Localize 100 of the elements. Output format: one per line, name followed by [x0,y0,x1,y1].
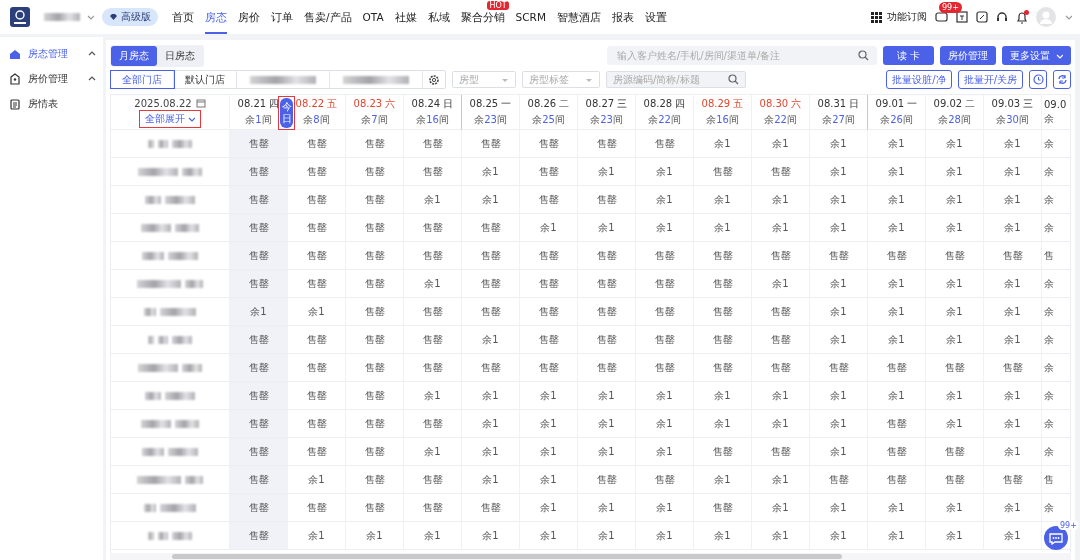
table-cell[interactable]: 余1 [925,158,983,186]
table-cell[interactable]: 售罄 [345,130,403,158]
table-cell[interactable]: 余1 [693,466,751,494]
table-cell[interactable]: 余1 [867,270,925,298]
table-cell[interactable]: 售罄 [635,466,693,494]
table-cell[interactable]: 余1 [925,326,983,354]
table-cell[interactable]: 余1 [635,438,693,466]
table-cell[interactable]: 售罄 [229,214,287,242]
invoice-icon[interactable] [956,11,968,23]
table-cell[interactable]: 售罄 [229,242,287,270]
table-cell[interactable]: 余1 [983,522,1041,550]
table-cell[interactable]: 售罄 [229,466,287,494]
table-cell[interactable]: 余1 [751,466,809,494]
table-cell[interactable]: 余1 [461,186,519,214]
table-cell[interactable]: 售罄 [461,298,519,326]
table-cell[interactable]: 余1 [751,130,809,158]
table-cell[interactable]: 余1 [461,158,519,186]
table-cell[interactable]: 余1 [287,298,345,326]
table-cell[interactable]: 售罄 [229,410,287,438]
table-cell[interactable]: 售罄 [925,354,983,382]
table-cell[interactable]: 售罄 [635,354,693,382]
table-cell[interactable]: 售罄 [983,466,1041,494]
nav-tab[interactable]: 社媒 [394,11,417,34]
table-cell[interactable]: 余1 [577,214,635,242]
view-tab[interactable]: 月房态 [111,45,157,66]
table-cell[interactable]: 售罄 [287,158,345,186]
table-cell[interactable]: 余1 [809,186,867,214]
table-cell[interactable]: 售罄 [403,466,461,494]
table-cell[interactable]: 售罄 [461,494,519,522]
table-cell[interactable]: 余1 [751,214,809,242]
table-cell[interactable]: 余1 [577,158,635,186]
edit-icon[interactable] [976,11,988,23]
table-cell[interactable]: 余1 [461,466,519,494]
table-cell[interactable]: 余1 [751,382,809,410]
table-cell[interactable]: 余1 [693,522,751,550]
table-cell[interactable]: 售罄 [403,242,461,270]
table-cell[interactable]: 余1 [925,186,983,214]
table-cell[interactable]: 售罄 [577,354,635,382]
table-cell[interactable]: 售罄 [287,242,345,270]
table-cell[interactable]: 余1 [519,410,577,438]
table-cell[interactable]: 余1 [983,410,1041,438]
headset-icon[interactable] [996,11,1008,23]
table-cell[interactable]: 售罄 [519,130,577,158]
table-cell[interactable]: 售罄 [287,270,345,298]
table-cell[interactable]: 售罄 [577,130,635,158]
table-cell[interactable]: 售罄 [577,242,635,270]
table-cell[interactable]: 余1 [983,186,1041,214]
table-cell[interactable]: 售罄 [577,298,635,326]
table-cell[interactable]: 售罄 [345,382,403,410]
table-cell[interactable]: 售罄 [635,326,693,354]
table-cell[interactable]: 售罄 [229,158,287,186]
table-cell[interactable]: 售罄 [577,186,635,214]
primary-button[interactable]: 房价管理 [940,46,996,65]
table-cell[interactable]: 售罄 [229,354,287,382]
table-cell[interactable]: 余 [1041,326,1070,354]
table-cell[interactable]: 余1 [577,382,635,410]
outline-button[interactable]: 批量设脏/净 [886,70,952,89]
table-cell[interactable]: 售罄 [345,158,403,186]
table-cell[interactable]: 售罄 [229,270,287,298]
nav-tab[interactable]: 私域 [427,11,450,34]
table-cell[interactable]: 售罄 [693,298,751,326]
table-cell[interactable]: 售罄 [229,522,287,550]
icon-button[interactable] [1053,70,1071,89]
table-cell[interactable]: 余1 [577,494,635,522]
table-cell[interactable]: 余1 [461,438,519,466]
table-cell[interactable]: 售罄 [693,438,751,466]
table-cell[interactable]: 余1 [751,410,809,438]
sidebar-item[interactable]: 房价管理 [0,66,103,91]
table-cell[interactable]: 售罄 [345,214,403,242]
table-cell[interactable]: 余 [1041,270,1070,298]
table-cell[interactable]: 余1 [635,158,693,186]
table-cell[interactable]: 余1 [809,494,867,522]
nav-tab[interactable]: 报表 [611,11,634,34]
table-cell[interactable]: 余1 [867,186,925,214]
table-cell[interactable]: 余 [1041,214,1070,242]
table-cell[interactable]: 余1 [809,158,867,186]
table-cell[interactable]: 余1 [925,214,983,242]
table-cell[interactable]: 售罄 [693,242,751,270]
table-cell[interactable]: 余1 [925,298,983,326]
table-cell[interactable]: 余1 [983,326,1041,354]
table-cell[interactable]: 售罄 [229,130,287,158]
table-cell[interactable]: 售罄 [519,326,577,354]
table-cell[interactable]: 余1 [983,494,1041,522]
table-cell[interactable]: 售罄 [345,326,403,354]
table-cell[interactable]: 余 [1041,186,1070,214]
table-cell[interactable]: 余1 [345,522,403,550]
table-cell[interactable]: 余1 [751,270,809,298]
table-cell[interactable]: 余1 [461,326,519,354]
table-cell[interactable]: 余1 [809,410,867,438]
table-cell[interactable]: 售罄 [867,242,925,270]
table-cell[interactable]: 售罄 [461,130,519,158]
nav-tab[interactable]: 聚合分销 [460,11,505,34]
table-cell[interactable]: 余1 [519,214,577,242]
table-cell[interactable]: 余1 [867,382,925,410]
table-cell[interactable]: 余1 [693,382,751,410]
table-cell[interactable]: 售罄 [345,186,403,214]
table-cell[interactable]: 余1 [809,270,867,298]
table-cell[interactable]: 售罄 [693,158,751,186]
table-cell[interactable]: 售罄 [403,326,461,354]
table-cell[interactable]: 售罄 [809,354,867,382]
